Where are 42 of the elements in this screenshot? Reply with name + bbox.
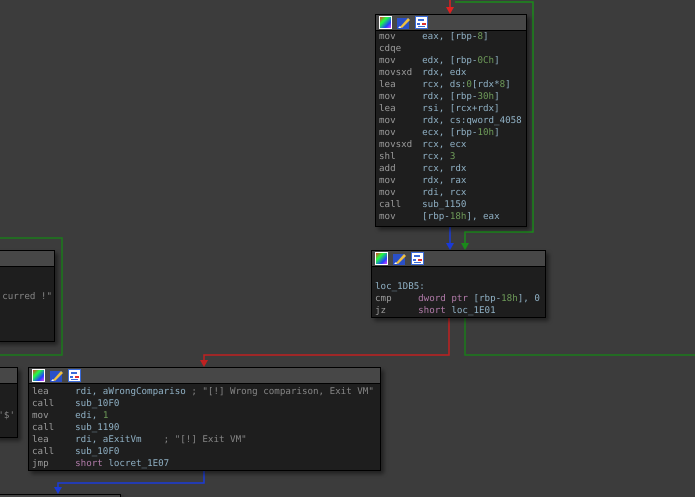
pencil-icon[interactable] bbox=[393, 252, 406, 265]
code-line: mov rdx, cs:qword_4058 bbox=[379, 115, 523, 127]
code-line: loc_1DB5: bbox=[375, 281, 426, 293]
code-line: mov [rbp-18h], eax bbox=[379, 211, 501, 223]
code-line: shl rcx, 3 bbox=[379, 151, 456, 163]
code-line: add rcx, rdx bbox=[379, 163, 468, 175]
code-line: call sub_10F0 bbox=[32, 446, 120, 458]
code-line: lea rdi, aExitVm ; "[!] Exit VM" bbox=[32, 434, 248, 446]
code-line: mov eax, [rbp-8] bbox=[379, 31, 490, 43]
code-line: mov edx, [rbp-0Ch] bbox=[379, 55, 501, 67]
code-line: mov rdx, rax bbox=[379, 175, 468, 187]
code-line: mov edi, 1 bbox=[32, 410, 110, 422]
code-block[interactable]: loc_1DB5: cmp dword ptr [rbp-18h], 0 jz short loc_1E01 bbox=[371, 250, 546, 318]
code-block[interactable]: '$' bbox=[0, 367, 18, 438]
code-block[interactable]: lea rdi, aWrongCompariso ; "[!] Wrong comparison, Exit VM" call sub_10F0 mov edi, 1 call sub_1190 lea rdi, aExitVm ; "[!] Exit VM" call sub_10F0 jmp short locret_1E07 bbox=[28, 367, 381, 471]
code-line: '$' bbox=[0, 410, 15, 422]
color-palette-icon[interactable] bbox=[375, 252, 388, 265]
code-line: curred !" bbox=[1, 291, 52, 303]
code-block[interactable] bbox=[375, 14, 527, 227]
code-line: movsxd rcx, ecx bbox=[379, 139, 468, 151]
code-line: jz short loc_1E01 bbox=[375, 305, 497, 317]
code-line: mov ecx, [rbp-10h] bbox=[379, 127, 501, 139]
code-line: call sub_1190 bbox=[32, 422, 120, 434]
code-line: mov rdi, rcx bbox=[379, 187, 468, 199]
code-line: mov rdx, [rbp-30h] bbox=[379, 91, 501, 103]
pencil-icon[interactable] bbox=[397, 16, 410, 29]
color-palette-icon[interactable] bbox=[379, 16, 392, 29]
code-line: lea rcx, ds:0[rdx*8] bbox=[379, 79, 512, 91]
code-line: cmp dword ptr [rbp-18h], 0 bbox=[375, 293, 541, 305]
code-block[interactable]: curred !" bbox=[0, 250, 55, 342]
code-line: call sub_1150 bbox=[379, 199, 468, 211]
pencil-icon[interactable] bbox=[50, 369, 63, 382]
graph-overview-icon[interactable] bbox=[415, 16, 428, 29]
code-line: lea rdi, aWrongCompariso ; "[!] Wrong comparison, Exit VM" bbox=[32, 386, 375, 398]
code-line: call sub_10F0 bbox=[32, 398, 120, 410]
code-line: lea rsi, [rcx+rdx] bbox=[379, 103, 501, 115]
color-palette-icon[interactable] bbox=[32, 369, 45, 382]
graph-overview-icon[interactable] bbox=[411, 252, 424, 265]
code-line: cdqe bbox=[379, 43, 402, 55]
code-line: jmp short locret_1E07 bbox=[32, 458, 170, 470]
code-line: movsxd rdx, edx bbox=[379, 67, 468, 79]
graph-overview-icon[interactable] bbox=[68, 369, 81, 382]
